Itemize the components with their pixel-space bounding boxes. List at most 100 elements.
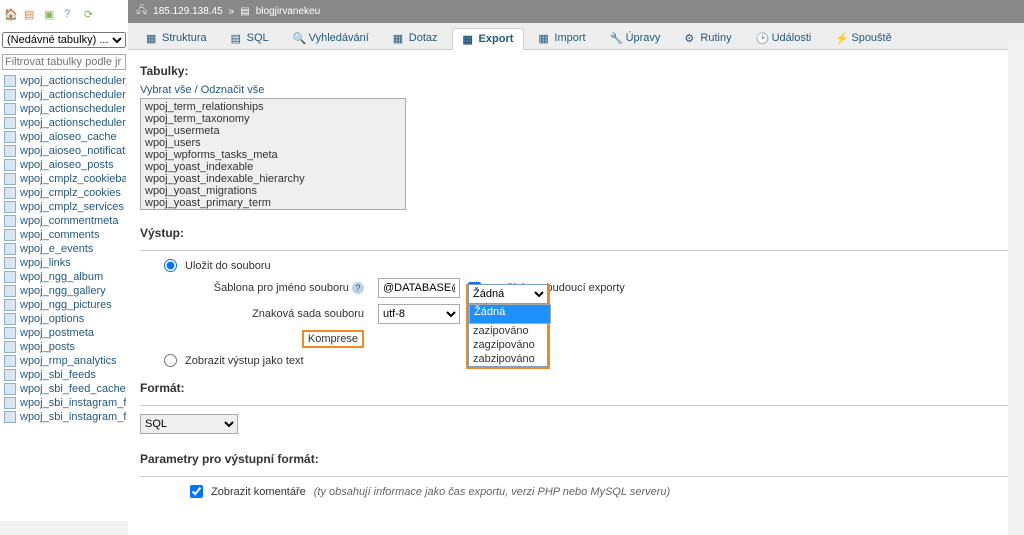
tables-multiselect[interactable]: wpoj_term_relationshipswpoj_term_taxonom… [140,98,406,210]
gear-icon: ⚙ [684,32,696,44]
charset-select[interactable]: utf-8 [378,304,460,324]
table-option[interactable]: wpoj_wpforms_tasks_meta [143,149,403,161]
breadcrumb: 🖧 185.129.138.45 » ▤ blogjirvanekeu [128,0,1024,23]
format-select[interactable]: SQL [140,414,238,434]
home-icon[interactable]: 🏠 [4,8,18,22]
template-input[interactable] [378,278,460,298]
table-tree-item[interactable]: wpoj_links [2,256,126,270]
save-to-file-label: Uložit do souboru [185,260,271,272]
table-tree-item[interactable]: wpoj_aioseo_cache [2,130,126,144]
db-icon-small: ▤ [240,6,249,17]
table-tree-item[interactable]: wpoj_sbi_feed_caches [2,382,126,396]
save-to-file-radio[interactable] [164,259,177,272]
compress-option[interactable]: zagzipováno [469,338,547,352]
search-icon: 🔍 [293,32,305,44]
tab-sql[interactable]: ▤SQL [221,27,279,49]
table-option[interactable]: wpoj_yoast_indexable_hierarchy [143,173,403,185]
compress-option[interactable]: Žádná [469,304,551,324]
table-tree-item[interactable]: wpoj_sbi_feeds [2,368,126,382]
table-tree-item[interactable]: wpoj_rmp_analytics [2,354,126,368]
sidebar-scrollbar[interactable] [0,521,128,535]
export-icon: ▦ [463,33,475,45]
table-tree-item[interactable]: wpoj_posts [2,340,126,354]
show-comments-checkbox[interactable] [190,485,203,498]
params-heading: Parametry pro výstupní formát: [140,452,1012,466]
table-option[interactable]: wpoj_usermeta [143,125,403,137]
table-tree-item[interactable]: wpoj_actionscheduler_act [2,74,126,88]
compress-label: Komprese [302,330,364,348]
tab-rutiny[interactable]: ⚙Rutiny [674,27,741,49]
tab-udalosti[interactable]: 🕑Události [746,27,822,49]
server-ip[interactable]: 185.129.138.45 [153,6,223,17]
comments-hint: (ty obsahují informace jako čas exportu,… [314,486,670,498]
db-icon[interactable]: ▤ [24,8,38,22]
tab-spouste[interactable]: ⚡Spouště [825,27,901,49]
table-option[interactable]: wpoj_term_relationships [143,101,403,113]
tabs: ▦Struktura ▤SQL 🔍Vyhledávání ▦Dotaz ▦Exp… [128,23,1024,50]
exit-icon[interactable]: ▣ [44,8,58,22]
table-tree: wpoj_actionscheduler_actwpoj_actionsched… [2,74,126,424]
recent-tables-select[interactable]: (Nedávné tabulky) ... [2,32,126,48]
deselect-all-link[interactable]: Odznačit vše [201,84,265,96]
table-tree-item[interactable]: wpoj_cmplz_services [2,200,126,214]
table-tree-item[interactable]: wpoj_cmplz_cookies [2,186,126,200]
table-tree-item[interactable]: wpoj_ngg_gallery [2,284,126,298]
table-tree-item[interactable]: wpoj_actionscheduler_cla [2,88,126,102]
charset-label: Znaková sada souboru [252,308,364,320]
compress-options-list: Žádnázazipovánozagzipovánozabzipováno [468,304,548,367]
compress-select[interactable]: Žádná [468,284,548,304]
help-icon[interactable]: ? [352,282,364,294]
sql-icon: ▤ [231,32,243,44]
filter-tables-input[interactable] [2,54,126,70]
reload-icon[interactable]: ⟳ [84,8,98,22]
tab-export[interactable]: ▦Export [452,28,525,50]
table-tree-item[interactable]: wpoj_ngg_pictures [2,298,126,312]
show-comments-label: Zobrazit komentáře [211,486,306,498]
table-tree-item[interactable]: wpoj_ngg_album [2,270,126,284]
table-option[interactable]: wpoj_yoast_primary_term [143,197,403,209]
main-scrollbar[interactable] [1008,40,1024,535]
table-icon: ▦ [146,32,158,44]
select-all-row: Vybrat vše / Odznačit vše [140,84,1012,96]
show-as-text-label: Zobrazit výstup jako text [185,355,304,367]
tab-upravy[interactable]: 🔧Úpravy [600,27,671,49]
server-icon: 🖧 [136,3,147,20]
table-option[interactable]: wpoj_yoast_seo_links [143,209,403,210]
table-tree-item[interactable]: wpoj_commentmeta [2,214,126,228]
table-option[interactable]: wpoj_users [143,137,403,149]
main-panel: 🖧 185.129.138.45 » ▤ blogjirvanekeu ▦Str… [128,0,1024,535]
table-option[interactable]: wpoj_term_taxonomy [143,113,403,125]
tab-dotaz[interactable]: ▦Dotaz [383,27,448,49]
table-tree-item[interactable]: wpoj_actionscheduler_log [2,116,126,130]
tab-vyhledavani[interactable]: 🔍Vyhledávání [283,27,379,49]
table-tree-item[interactable]: wpoj_actionscheduler_gro [2,102,126,116]
template-label: Šablona pro jméno souboru [214,282,349,294]
compress-dropdown-open: Žádná Žádnázazipovánozagzipovánozabzipov… [466,284,550,369]
select-all-link[interactable]: Vybrat vše [140,84,192,96]
table-tree-item[interactable]: wpoj_sbi_instagram_feed [2,396,126,410]
query-icon: ▦ [393,32,405,44]
table-tree-item[interactable]: wpoj_cmplz_cookiebanne [2,172,126,186]
table-tree-item[interactable]: wpoj_comments [2,228,126,242]
table-tree-item[interactable]: wpoj_options [2,312,126,326]
table-tree-item[interactable]: wpoj_e_events [2,242,126,256]
table-tree-item[interactable]: wpoj_aioseo_posts [2,158,126,172]
table-option[interactable]: wpoj_yoast_migrations [143,185,403,197]
table-tree-item[interactable]: wpoj_sbi_instagram_feed [2,410,126,424]
table-tree-item[interactable]: wpoj_aioseo_notifications [2,144,126,158]
compress-option[interactable]: zazipováno [469,324,547,338]
table-tree-item[interactable]: wpoj_postmeta [2,326,126,340]
tab-import[interactable]: ▦Import [528,27,595,49]
export-panel: Tabulky: Vybrat vše / Odznačit vše wpoj_… [128,50,1024,512]
db-name[interactable]: blogjirvanekeu [256,6,321,17]
help-icon[interactable]: ? [64,8,78,22]
trigger-icon: ⚡ [835,32,847,44]
home-toolbar: 🏠 ▤ ▣ ? ⟳ [2,4,126,32]
format-heading: Formát: [140,381,1012,395]
tab-struktura[interactable]: ▦Struktura [136,27,217,49]
table-option[interactable]: wpoj_yoast_indexable [143,161,403,173]
sidebar: 🏠 ▤ ▣ ? ⟳ (Nedávné tabulky) ... wpoj_act… [0,0,128,535]
compress-option[interactable]: zabzipováno [469,352,547,366]
show-as-text-radio[interactable] [164,354,177,367]
import-icon: ▦ [538,32,550,44]
